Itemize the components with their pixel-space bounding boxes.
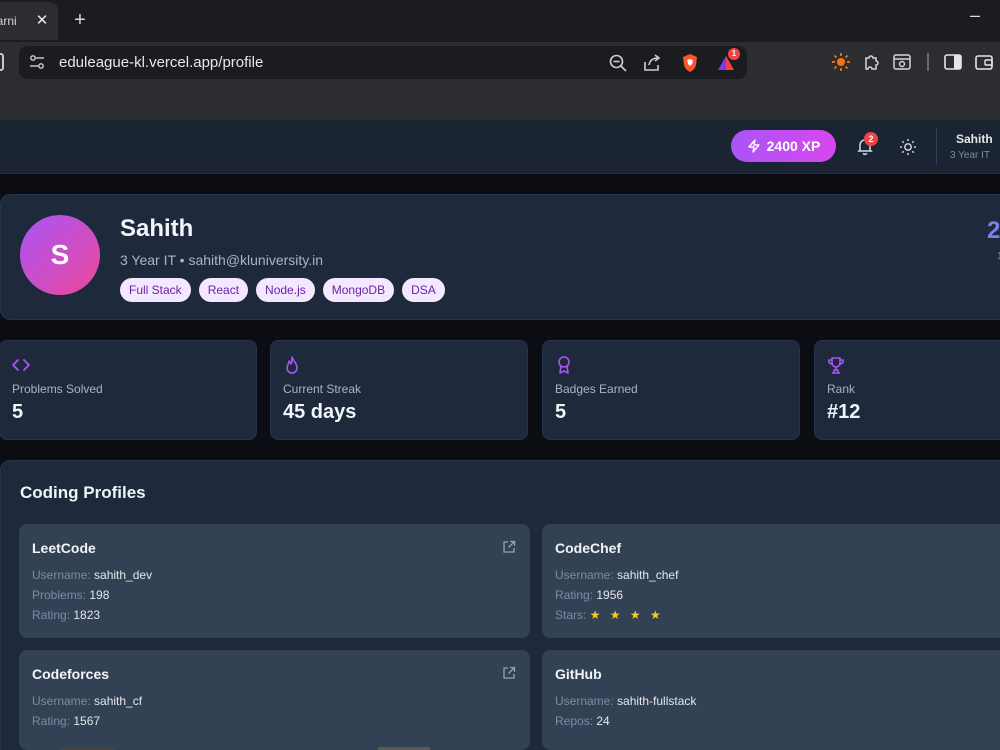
stat-card-streak: Current Streak 45 days	[270, 340, 528, 440]
info-line: Username: sahith_chef	[555, 568, 679, 582]
section-title: Coding Profiles	[20, 483, 146, 502]
extension-sun-icon[interactable]	[831, 52, 851, 72]
stat-label: Badges Earned	[555, 382, 638, 396]
code-icon	[12, 359, 30, 371]
info-line: Problems: 198	[32, 588, 110, 602]
stat-card-problems: Problems Solved 5	[0, 340, 257, 440]
profile-card-github[interactable]: GitHub Username: sahith-fullstack Repos:…	[542, 650, 1000, 750]
profile-card-codechef[interactable]: CodeChef Username: sahith_chef Rating: 1…	[542, 524, 1000, 638]
platform-title: CodeChef	[555, 540, 622, 556]
zoom-out-icon[interactable]	[608, 53, 628, 73]
new-tab-button[interactable]: +	[70, 8, 90, 32]
platform-title: Codeforces	[32, 666, 110, 682]
platform-title: LeetCode	[32, 540, 96, 556]
stat-value: #12	[827, 401, 861, 423]
tab-close-icon[interactable]: ✕	[34, 11, 50, 31]
skill-tag: Full Stack	[120, 278, 191, 302]
profile-card-codeforces[interactable]: Codeforces Username: sahith_cf Rating: 1…	[19, 650, 530, 750]
app-root: 2400 XP 2 Sahith 3 Year IT S Sahith 3 Ye…	[0, 120, 1000, 750]
toolbar-divider	[927, 53, 929, 71]
info-line: Rating: 1956	[555, 588, 624, 602]
extensions-puzzle-icon[interactable]	[862, 52, 882, 72]
trophy-icon	[828, 357, 844, 374]
tab-title: earni	[0, 14, 17, 28]
stat-card-badges: Badges Earned 5	[542, 340, 800, 440]
profile-card-leetcode[interactable]: LeetCode Username: sahith_dev Problems: …	[19, 524, 530, 638]
platform-title: GitHub	[555, 666, 602, 682]
browser-tab[interactable]: earni ✕	[0, 2, 58, 40]
skill-tag: MongoDB	[322, 278, 395, 302]
flame-icon	[286, 356, 298, 374]
site-settings-icon[interactable]	[29, 54, 45, 70]
xp-label: 2400 XP	[766, 138, 821, 154]
skill-tags: Full Stack React Node.js MongoDB DSA	[120, 278, 445, 302]
info-line: Repos: 24	[555, 714, 610, 728]
info-line: Username: sahith_dev	[32, 568, 153, 582]
stat-value: 45 days	[283, 401, 357, 423]
header-divider	[936, 128, 937, 164]
wallet-icon[interactable]	[974, 52, 994, 72]
info-line: Rating: 1567	[32, 714, 101, 728]
skill-tag: Node.js	[256, 278, 315, 302]
avatar-letter: S	[50, 239, 70, 270]
theme-toggle-icon[interactable]	[899, 138, 917, 156]
stat-label: Rank	[827, 382, 856, 396]
rewards-badge: 1	[728, 48, 740, 60]
brave-shields-icon[interactable]	[680, 53, 700, 73]
coding-profiles-section: Coding Profiles LeetCode Username: sahit…	[0, 460, 1000, 750]
avatar: S	[20, 215, 100, 295]
external-link-icon[interactable]	[502, 666, 516, 680]
info-line: Username: sahith_cf	[32, 694, 143, 708]
star-rating: ★ ★ ★ ★	[589, 608, 664, 622]
bookmarks-bar	[0, 82, 1000, 120]
url-text[interactable]: eduleague-kl.vercel.app/profile	[59, 54, 263, 71]
info-line: Username: sahith-fullstack	[555, 694, 697, 708]
user-name[interactable]: Sahith	[956, 132, 993, 146]
lightning-icon	[747, 139, 760, 153]
external-link-icon[interactable]	[502, 540, 516, 554]
sidebar-toggle-icon[interactable]	[0, 53, 4, 71]
stat-label: Problems Solved	[12, 382, 103, 396]
stat-label: Current Streak	[283, 382, 362, 396]
xp-badge[interactable]: 2400 XP	[731, 130, 836, 162]
info-line: Stars: ★ ★ ★ ★	[555, 608, 664, 622]
browser-tab-strip: earni ✕ + –	[0, 0, 1000, 42]
profile-meta: 3 Year IT • sahith@kluniversity.in	[120, 252, 324, 268]
stat-value: 5	[12, 401, 24, 423]
skill-tag: DSA	[402, 278, 445, 302]
info-line: Rating: 1823	[32, 608, 101, 622]
address-bar[interactable]: eduleague-kl.vercel.app/profile	[19, 46, 747, 79]
minimize-button[interactable]: –	[970, 5, 980, 26]
user-year: 3 Year IT	[950, 150, 991, 161]
app-header: 2400 XP 2 Sahith 3 Year IT	[0, 120, 1000, 174]
award-icon	[558, 356, 570, 374]
share-icon[interactable]	[642, 53, 662, 73]
notification-badge: 2	[864, 132, 878, 146]
stat-card-rank: Rank #12	[814, 340, 1000, 440]
sidebar-panel-icon[interactable]	[943, 52, 963, 72]
reading-list-icon[interactable]	[892, 52, 912, 72]
skill-tag: React	[198, 278, 249, 302]
profile-stat-value-partial: 2	[987, 217, 1000, 244]
profile-name: Sahith	[120, 215, 194, 242]
profile-card: S Sahith 3 Year IT • sahith@kluniversity…	[0, 194, 1000, 320]
stat-value: 5	[555, 401, 567, 423]
